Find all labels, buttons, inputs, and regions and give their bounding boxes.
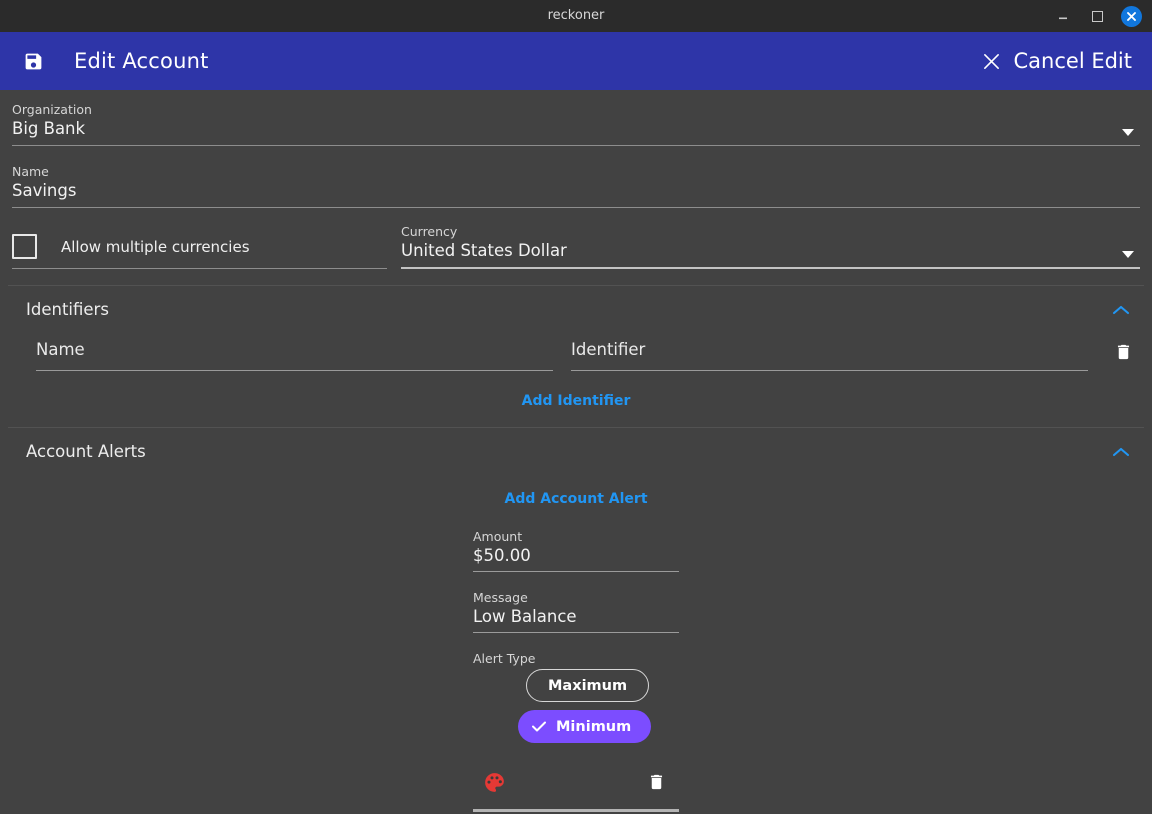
identifier-value-placeholder: Identifier [571,340,646,359]
alert-type-options: Maximum Minimum [473,667,679,743]
application-window: reckoner Edit Account Cancel Edit Organi… [0,0,1152,814]
identifier-row: Name Identifier [0,333,1152,371]
alert-type-maximum-label: Maximum [548,677,628,694]
app-toolbar: Edit Account Cancel Edit [0,32,1152,90]
delete-account-alert-button[interactable] [641,767,671,797]
organization-label: Organization [12,102,92,117]
alert-amount-label: Amount [473,529,523,544]
currency-value: United States Dollar [401,241,567,260]
close-button[interactable] [1121,5,1142,27]
identifiers-section-header[interactable]: Identifiers [0,286,1152,333]
account-alert-item: Amount $50.00 Message Low Balance Alert … [473,507,679,812]
form-body: Organization Big Bank Name Savings Allow… [0,90,1152,814]
close-x-icon [982,51,1002,71]
account-alerts-title: Account Alerts [26,442,146,461]
organization-field[interactable]: Organization Big Bank [12,102,1140,146]
minimize-icon [1059,17,1067,20]
allow-multiple-currencies-label: Allow multiple currencies [61,237,250,256]
currency-label: Currency [401,224,458,239]
allow-multiple-currencies-row[interactable]: Allow multiple currencies [12,234,387,269]
allow-multiple-currencies-checkbox[interactable] [12,234,37,259]
identifier-name-placeholder: Name [36,340,85,359]
palette-icon [484,772,504,792]
check-icon [532,720,546,734]
window-title: reckoner [547,8,605,23]
cancel-edit-label: Cancel Edit [1013,49,1132,73]
caret-down-icon[interactable] [1122,129,1134,136]
trash-icon [1117,344,1129,360]
alert-type-label: Alert Type [473,651,536,666]
alert-focus-underline [473,809,679,812]
alert-color-button[interactable] [479,767,509,797]
alert-action-row [473,743,679,797]
chevron-up-icon[interactable] [1108,443,1134,461]
name-row: Name Savings [0,152,1152,214]
identifier-value-input[interactable]: Identifier [571,338,1088,371]
chevron-up-icon[interactable] [1108,301,1134,319]
account-name-field[interactable]: Name Savings [12,164,1140,208]
identifiers-title: Identifiers [26,300,109,319]
window-controls [1053,5,1152,27]
save-floppy-icon [25,53,41,69]
organization-row: Organization Big Bank [0,90,1152,152]
account-alerts-section-header[interactable]: Account Alerts [0,428,1152,475]
window-titlebar: reckoner [0,0,1152,32]
identifier-name-input[interactable]: Name [36,338,553,371]
account-name-label: Name [12,164,49,179]
account-name-value: Savings [12,181,77,200]
maximize-button[interactable] [1087,6,1107,26]
organization-value: Big Bank [12,119,86,138]
delete-identifier-button[interactable] [1106,335,1140,369]
alert-amount-value: $50.00 [473,546,531,565]
maximize-icon [1091,10,1103,22]
currency-row: Allow multiple currencies Currency Unite… [0,214,1152,275]
close-icon [1127,11,1136,21]
trash-icon [650,774,662,790]
alert-amount-field[interactable]: Amount $50.00 [473,529,679,572]
currency-field[interactable]: Currency United States Dollar [401,224,1140,269]
add-identifier-link[interactable]: Add Identifier [0,371,1152,417]
alert-type-minimum-label: Minimum [556,718,632,735]
alert-type-maximum-chip[interactable]: Maximum [526,669,650,702]
minimize-button[interactable] [1053,6,1073,26]
add-account-alert-link[interactable]: Add Account Alert [0,475,1152,507]
caret-down-icon[interactable] [1122,251,1134,258]
cancel-edit-button[interactable]: Cancel Edit [982,49,1132,73]
alert-message-field[interactable]: Message Low Balance [473,590,679,633]
alert-message-value: Low Balance [473,607,577,626]
alert-type-minimum-chip[interactable]: Minimum [518,710,652,743]
save-button[interactable] [16,44,50,78]
alert-message-label: Message [473,590,528,605]
page-title: Edit Account [74,49,209,73]
